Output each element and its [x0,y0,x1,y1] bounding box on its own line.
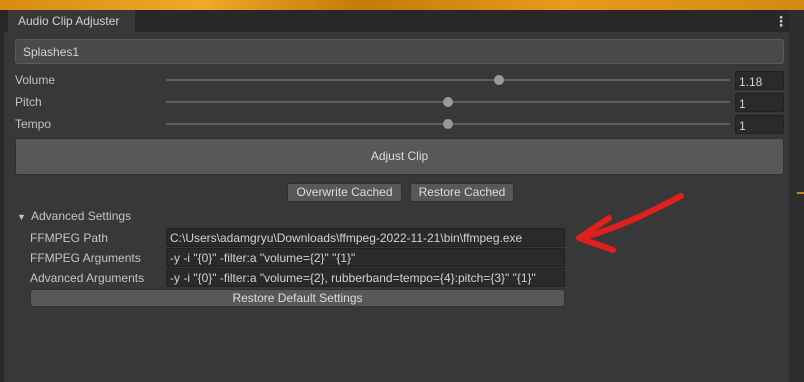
triangle-down-icon: ▼ [17,212,26,222]
ffmpeg-path-field[interactable]: C:\Users\adamgryu\Downloads\ffmpeg-2022-… [166,228,565,247]
edge-marker [797,192,804,194]
ffmpeg-path-label: FFMPEG Path [30,231,109,245]
pitch-label: Pitch [15,95,42,109]
clip-name-text: Splashes1 [23,45,80,59]
volume-slider-thumb[interactable] [493,75,504,85]
tempo-value: 1 [739,119,746,133]
red-arrow-annotation [576,193,684,253]
ffmpeg-arguments-value: -y -i "{0}" -filter:a "volume={2}" "{1}" [170,251,356,265]
restore-cached-button[interactable]: Restore Cached [410,183,514,202]
clip-name-field[interactable]: Splashes1 [15,39,784,64]
advanced-arguments-label: Advanced Arguments [30,271,145,285]
window-title: Audio Clip Adjuster [18,14,120,28]
advanced-settings-foldout[interactable]: ▼ Advanced Settings [17,209,131,225]
pitch-input[interactable]: 1 [735,93,784,112]
advanced-settings-title: Advanced Settings [31,209,132,223]
kebab-menu-icon[interactable]: ⋮ [774,13,788,29]
restore-default-settings-button[interactable]: Restore Default Settings [30,289,565,307]
volume-input[interactable]: 1.18 [735,71,784,90]
tempo-slider-thumb[interactable] [443,119,453,129]
ffmpeg-path-value: C:\Users\adamgryu\Downloads\ffmpeg-2022-… [170,231,523,245]
overwrite-cached-button[interactable]: Overwrite Cached [287,183,402,202]
background-scene-strip [0,0,804,10]
volume-label: Volume [15,73,56,87]
background-editor-edge [789,10,804,382]
volume-value: 1.18 [739,75,763,89]
pitch-slider-thumb[interactable] [443,97,453,107]
ffmpeg-arguments-label: FFMPEG Arguments [30,251,141,265]
arrow-shaft [578,193,684,241]
window-tab[interactable]: Audio Clip Adjuster [8,10,135,32]
tempo-input[interactable]: 1 [735,115,784,134]
volume-slider-track[interactable] [166,79,730,81]
ffmpeg-arguments-field[interactable]: -y -i "{0}" -filter:a "volume={2}" "{1}" [166,248,565,267]
advanced-arguments-value: -y -i "{0}" -filter:a "volume={2}, rubbe… [170,271,536,285]
audio-clip-adjuster-window: Audio Clip Adjuster ⋮ Splashes1 Volume 1… [4,10,789,382]
pitch-value: 1 [739,97,746,111]
adjust-clip-button[interactable]: Adjust Clip [15,138,784,175]
tempo-label: Tempo [15,117,52,131]
advanced-arguments-field[interactable]: -y -i "{0}" -filter:a "volume={2}, rubbe… [166,268,565,287]
tab-bar: Audio Clip Adjuster ⋮ [4,10,789,32]
